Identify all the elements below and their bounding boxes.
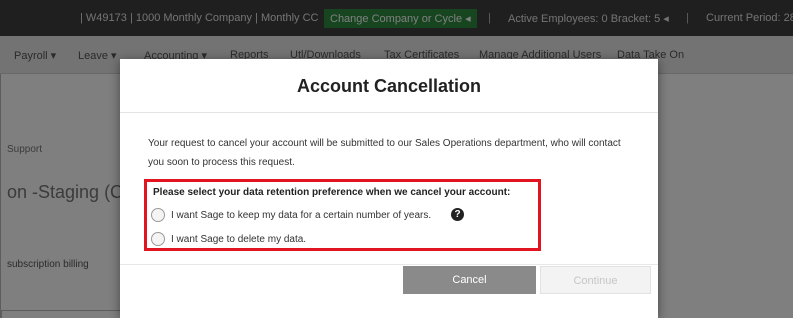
- radio-delete-data[interactable]: [151, 232, 165, 246]
- option-delete-data-label[interactable]: I want Sage to delete my data.: [171, 234, 306, 245]
- dialog-title: Account Cancellation: [296, 76, 482, 96]
- retention-preference-box: Please select your data retention prefer…: [144, 179, 541, 251]
- cancellation-message: Your request to cancel your account will…: [148, 138, 621, 168]
- account-cancellation-dialog: Account Cancellation Your request to can…: [120, 59, 658, 318]
- cancel-button[interactable]: Cancel: [403, 266, 536, 294]
- divider: [120, 112, 658, 113]
- retention-question: Please select your data retention prefer…: [153, 187, 511, 198]
- continue-button[interactable]: Continue: [540, 266, 651, 294]
- option-keep-data-label[interactable]: I want Sage to keep my data for a certai…: [171, 210, 431, 221]
- question-circle-icon[interactable]: ?: [451, 208, 464, 221]
- radio-keep-data[interactable]: [151, 208, 165, 222]
- footer-divider: [120, 264, 658, 265]
